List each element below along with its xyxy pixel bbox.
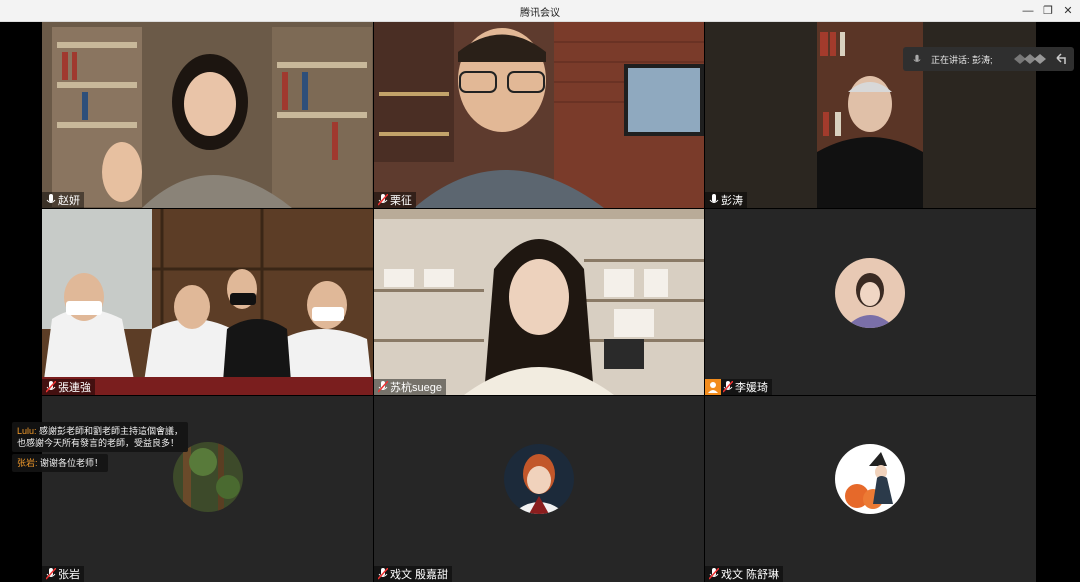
name-label: 张岩: [42, 566, 84, 582]
minimize-icon[interactable]: —: [1020, 3, 1036, 19]
video-feed: [374, 209, 704, 395]
participant-tile-6[interactable]: 李媛琦: [705, 209, 1036, 395]
participant-name: 苏杭suege: [390, 382, 442, 394]
name-label: 彭涛: [705, 192, 747, 208]
name-label: 戏文 殷嘉甜: [374, 566, 453, 582]
muted-microphone-icon: [46, 568, 56, 580]
participant-name: 戏文 陈舒琳: [721, 569, 780, 581]
muted-microphone-icon: [378, 381, 388, 393]
video-feed: [42, 209, 373, 395]
avatar: [504, 444, 574, 514]
muted-microphone-icon: [378, 194, 388, 206]
name-label: 張連強: [42, 379, 95, 395]
participant-name: 赵妍: [58, 195, 80, 207]
microphone-icon: [913, 54, 921, 62]
chat-text: 感謝彭老師和劉老師主持這個會議，: [39, 426, 184, 436]
avatar: [835, 258, 905, 328]
participant-name: 張連強: [58, 382, 91, 394]
muted-microphone-icon: [709, 568, 719, 580]
participant-name: 戏文 殷嘉甜: [390, 569, 449, 581]
chat-sender: Lulu:: [17, 426, 37, 436]
muted-microphone-icon: [723, 381, 733, 393]
participant-name: 李媛琦: [735, 382, 768, 394]
video-feed: [42, 22, 373, 208]
participant-name: 栗征: [390, 195, 412, 207]
participant-tile-1[interactable]: 赵妍: [42, 22, 373, 208]
avatar: [173, 442, 243, 512]
microphone-icon: [709, 194, 719, 203]
muted-microphone-icon: [46, 381, 56, 393]
speaking-label: 正在讲话: 彭涛;: [931, 54, 993, 65]
name-label: 栗征: [374, 192, 416, 208]
restore-icon[interactable]: ❐: [1040, 3, 1056, 19]
name-label: 李媛琦: [705, 379, 772, 395]
speaking-indicator: 正在讲话: 彭涛;: [903, 47, 1074, 71]
muted-microphone-icon: [378, 568, 388, 580]
chat-sender: 张岩:: [17, 458, 38, 468]
title-bar: 腾讯会议 — ❐ ✕: [0, 0, 1080, 22]
name-label: 赵妍: [42, 192, 84, 208]
chat-message: 张岩: 谢谢各位老师！: [12, 454, 109, 472]
chat-text: 谢谢各位老师！: [40, 458, 104, 468]
name-label: 苏杭suege: [374, 379, 446, 395]
participant-name: 彭涛: [721, 195, 743, 207]
participant-tile-5[interactable]: 苏杭suege: [374, 209, 704, 395]
speaker-avatars-icon: [1014, 54, 1046, 64]
avatar: [835, 444, 905, 514]
microphone-icon: [46, 194, 56, 203]
close-icon[interactable]: ✕: [1060, 3, 1076, 19]
video-feed: [374, 22, 704, 208]
chat-text: 也感謝今天所有發言的老師，受益良多！: [17, 438, 180, 448]
participant-tile-8[interactable]: 戏文 殷嘉甜: [374, 396, 704, 582]
participant-name: 张岩: [58, 569, 80, 581]
participant-tile-4[interactable]: 張連強: [42, 209, 373, 395]
collapse-back-icon[interactable]: [1054, 52, 1068, 66]
name-label: 戏文 陈舒琳: [705, 566, 784, 582]
chat-message: Lulu: 感謝彭老師和劉老師主持這個會議， 也感謝今天所有發言的老師，受益良多…: [12, 422, 189, 452]
participant-tile-2[interactable]: 栗征: [374, 22, 704, 208]
host-badge-icon: [705, 379, 721, 395]
participant-tile-9[interactable]: 戏文 陈舒琳: [705, 396, 1036, 582]
window-title: 腾讯会议: [520, 8, 560, 19]
video-grid: 赵妍 栗征 彭涛 張連強 苏杭suege 李媛琦 张岩 戏文 殷嘉甜 戏文 陈舒…: [0, 22, 1080, 582]
